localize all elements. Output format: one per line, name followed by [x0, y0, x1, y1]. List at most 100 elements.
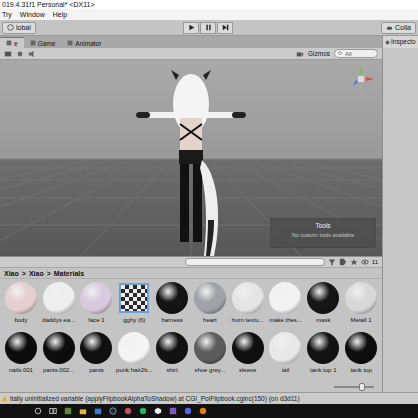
pivot-rotation-button[interactable]: lobal [2, 22, 36, 34]
orientation-gizmo-icon[interactable] [346, 64, 376, 94]
status-bar[interactable]: tially uninitialized variable (applyFlip… [0, 392, 418, 404]
scene-search[interactable]: All [334, 49, 378, 58]
breadcrumb-separator: > [47, 270, 51, 277]
discord-icon[interactable] [184, 407, 192, 415]
task-view-icon[interactable] [49, 407, 57, 415]
breadcrumb-item[interactable]: Xiao [29, 270, 44, 277]
materials-grid: bodydaddys ea...face 1gghy (6) harness hea… [0, 279, 382, 382]
tab-icon [67, 40, 73, 46]
camera-icon[interactable] [296, 50, 304, 58]
chrome-icon[interactable] [124, 407, 132, 415]
inspector-tab[interactable]: Inspecto [383, 36, 418, 48]
folder-icon[interactable] [79, 407, 87, 415]
material-thumbnail [156, 282, 188, 314]
pause-button[interactable] [200, 22, 216, 34]
material-thumbnail [194, 282, 226, 314]
blender-icon[interactable] [199, 407, 207, 415]
material-item[interactable]: horn textu... [229, 282, 267, 332]
material-item[interactable]: body [2, 282, 40, 332]
material-name: punk hair2b... [116, 366, 152, 374]
material-thumbnail [345, 332, 377, 364]
material-item[interactable]: mask [304, 282, 342, 332]
material-name: harness [161, 316, 182, 324]
material-item[interactable]: Metall 1 [342, 282, 380, 332]
material-name: pants [89, 366, 104, 374]
minecraft-icon[interactable] [64, 407, 72, 415]
zoom-thumb[interactable] [359, 383, 365, 391]
play-controls [36, 22, 381, 34]
step-button[interactable] [217, 22, 233, 34]
material-thumbnail [43, 332, 75, 364]
tab-icon [30, 40, 36, 46]
material-thumbnail [307, 282, 339, 314]
gizmos-dropdown[interactable]: Gizmos [308, 50, 330, 57]
scene-toolbar: Gizmos All [0, 48, 382, 60]
material-name: nails.001 [9, 366, 33, 374]
menu-item[interactable]: Try [2, 11, 12, 18]
breadcrumb-separator: > [22, 270, 26, 277]
hidden-count: 11 [372, 259, 378, 265]
material-item[interactable]: make thes... [267, 282, 305, 332]
scene-tab[interactable]: e [0, 37, 24, 48]
material-name: horn textu... [232, 316, 264, 324]
material-item[interactable]: punk hair2b... [115, 332, 153, 382]
material-item[interactable]: daddys ea... [40, 282, 78, 332]
tools-title: Tools [315, 222, 330, 229]
menu-item[interactable]: Help [53, 11, 67, 18]
material-name: tank top [350, 366, 371, 374]
project-search[interactable] [185, 258, 325, 266]
material-item[interactable]: tail [267, 332, 305, 382]
material-thumbnail [5, 332, 37, 364]
material-item[interactable]: tank top 1 [304, 332, 342, 382]
spotify-icon[interactable] [139, 407, 147, 415]
material-item[interactable]: pants.002... [40, 332, 78, 382]
material-item[interactable]: harness [153, 282, 191, 332]
material-item[interactable]: shoe grey... [191, 332, 229, 382]
material-thumbnail [80, 282, 112, 314]
material-name: Metall 1 [351, 316, 372, 324]
star-icon[interactable] [350, 258, 358, 266]
material-item[interactable]: nails.001 [2, 332, 40, 382]
material-item[interactable]: heart [191, 282, 229, 332]
material-name: make thes... [269, 316, 302, 324]
light-icon[interactable] [16, 50, 24, 58]
project-panel: 11Xiao>Xiao>Materialsbodydaddys ea...fac… [0, 256, 382, 392]
unity-icon[interactable] [154, 407, 162, 415]
visual-studio-icon[interactable] [169, 407, 177, 415]
scene-tab-row: eGameAnimator [0, 36, 382, 48]
scene-tab[interactable]: Game [24, 37, 62, 48]
material-item[interactable]: shirt [153, 332, 191, 382]
taskbar [0, 404, 418, 418]
filter-icon[interactable] [328, 258, 336, 266]
material-item[interactable]: gghy (6) [115, 282, 153, 332]
play-button[interactable] [183, 22, 199, 34]
label-icon[interactable] [339, 258, 347, 266]
breadcrumb-item[interactable]: Materials [54, 270, 84, 277]
collab-button[interactable]: Colla [381, 22, 416, 34]
search-circle-icon[interactable] [34, 407, 42, 415]
eye-icon[interactable] [361, 258, 369, 266]
material-name: daddys ea... [42, 316, 75, 324]
material-item[interactable]: pants [78, 332, 116, 382]
material-item[interactable]: tank top [342, 332, 380, 382]
inspector-panel: Inspecto [382, 36, 418, 392]
material-thumbnail [194, 332, 226, 364]
zoom-slider[interactable] [334, 386, 374, 388]
scene-tab[interactable]: Animator [61, 37, 107, 48]
material-name: tail [282, 366, 290, 374]
main-toolbar: lobal Colla [0, 20, 418, 36]
breadcrumb-item[interactable]: Xiao [4, 270, 19, 277]
shading-icon[interactable] [4, 50, 12, 58]
steam-icon[interactable] [109, 407, 117, 415]
audio-icon[interactable] [28, 50, 36, 58]
store-icon[interactable] [94, 407, 102, 415]
title-bar: 019.4.31f1 Personal* <DX11> [0, 0, 418, 9]
warning-icon [1, 395, 8, 402]
step-icon [222, 24, 229, 31]
material-item[interactable]: face 1 [78, 282, 116, 332]
search-icon [338, 51, 343, 56]
material-item[interactable]: sleeve [229, 332, 267, 382]
scene-view[interactable]: ToolsNo custom tools available [0, 60, 382, 256]
workspace: eGameAnimator Gizmos All ToolsNo custom too… [0, 36, 418, 392]
menu-item[interactable]: Window [20, 11, 45, 18]
